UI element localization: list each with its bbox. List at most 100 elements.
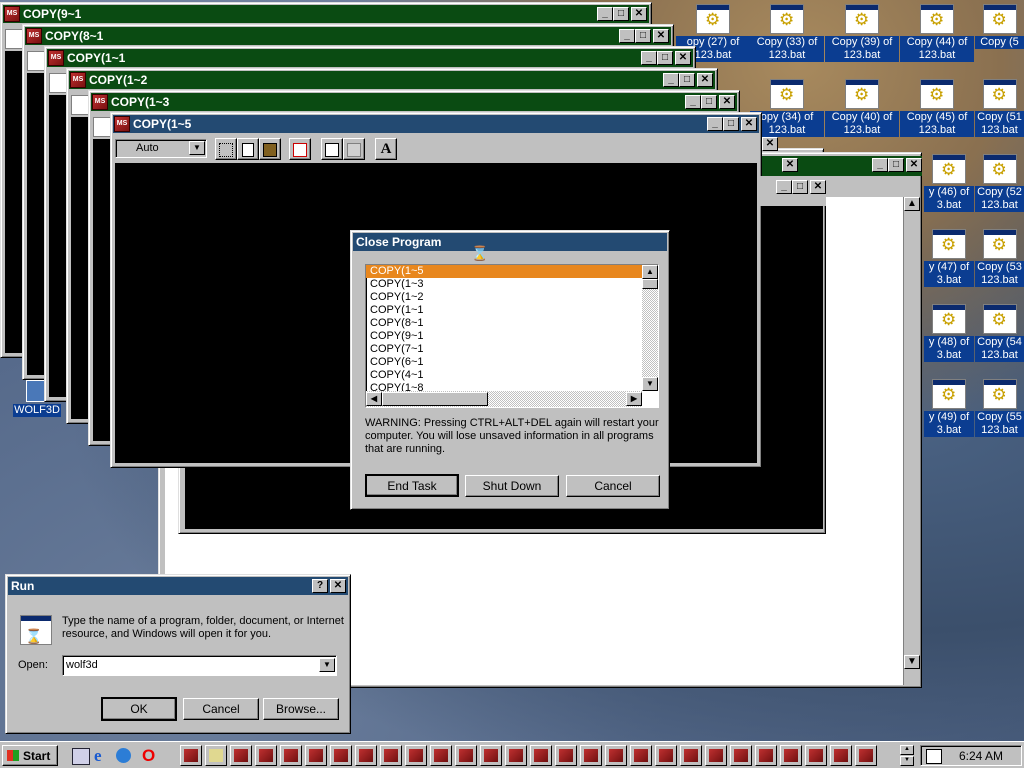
list-item[interactable]: COPY(1~2 — [366, 291, 642, 304]
maximize-button[interactable]: □ — [701, 95, 717, 109]
task-button[interactable] — [280, 745, 302, 766]
internet-explorer-icon[interactable]: e — [94, 746, 102, 766]
properties-button[interactable] — [321, 138, 343, 160]
scroll-up-icon[interactable]: ▲ — [900, 745, 914, 755]
close-icon[interactable]: ✕ — [653, 29, 669, 43]
task-button[interactable] — [380, 745, 402, 766]
desktop-icon-copy-53[interactable]: Copy (53 123.bat — [975, 229, 1024, 287]
fullscreen-button[interactable] — [289, 138, 311, 160]
maximize-button[interactable]: □ — [635, 29, 651, 43]
paste-button[interactable] — [259, 138, 281, 160]
desktop-icon[interactable] — [72, 748, 90, 765]
close-icon[interactable]: ✕ — [330, 579, 346, 593]
open-combobox[interactable]: wolf3d ▼ — [62, 655, 337, 676]
vertical-scrollbar[interactable]: ▲ ▼ — [903, 197, 920, 685]
maximize-button[interactable]: □ — [792, 180, 808, 194]
task-button[interactable] — [830, 745, 852, 766]
end-task-button[interactable]: End Task — [365, 474, 459, 497]
task-button[interactable] — [730, 745, 752, 766]
task-button[interactable] — [180, 745, 202, 766]
task-button[interactable] — [305, 745, 327, 766]
desktop-icon-copy-40[interactable]: Copy (40) of 123.bat — [825, 79, 899, 137]
open-input[interactable]: wolf3d — [66, 659, 98, 671]
list-item[interactable]: COPY(1~5 — [366, 265, 642, 278]
task-button[interactable] — [605, 745, 627, 766]
task-button[interactable] — [430, 745, 452, 766]
browse-button[interactable]: Browse... — [263, 698, 339, 720]
title-bar[interactable]: MS COPY(1~3 — [91, 93, 737, 111]
task-button[interactable] — [805, 745, 827, 766]
cancel-button[interactable]: Cancel — [183, 698, 259, 720]
task-button[interactable] — [455, 745, 477, 766]
title-bar[interactable]: Close Program — [353, 233, 667, 251]
copy-button[interactable] — [237, 138, 259, 160]
desktop-icon-copy-44[interactable]: Copy (44) of 123.bat — [900, 4, 974, 62]
task-button[interactable] — [205, 745, 227, 766]
cancel-button[interactable]: Cancel — [566, 475, 660, 497]
maximize-button[interactable]: □ — [613, 7, 629, 21]
minimize-button[interactable]: _ — [707, 117, 723, 131]
task-button[interactable] — [405, 745, 427, 766]
font-button[interactable]: A — [375, 138, 397, 160]
list-item[interactable]: COPY(9~1 — [366, 330, 642, 343]
title-bar[interactable]: MS COPY(1~2 — [69, 71, 715, 89]
maximize-button[interactable]: □ — [723, 117, 739, 131]
mark-button[interactable] — [215, 138, 237, 160]
chevron-down-icon[interactable]: ▼ — [189, 141, 205, 155]
task-button[interactable] — [480, 745, 502, 766]
minimize-button[interactable]: _ — [776, 180, 792, 194]
scroll-up-icon[interactable]: ▲ — [642, 265, 658, 279]
scroll-down-icon[interactable]: ▼ — [642, 377, 658, 391]
run-dialog[interactable]: Run ? ✕ ⌛ Type the name of a program, fo… — [5, 574, 351, 734]
close-icon[interactable]: ✕ — [906, 158, 922, 172]
task-button[interactable] — [630, 745, 652, 766]
scroll-thumb[interactable] — [382, 392, 488, 406]
clock[interactable]: 6:24 AM — [959, 749, 1003, 763]
maximize-button[interactable]: □ — [888, 158, 904, 172]
scroll-right-icon[interactable]: ▶ — [626, 392, 642, 406]
task-button[interactable] — [255, 745, 277, 766]
task-button[interactable] — [755, 745, 777, 766]
task-button[interactable] — [330, 745, 352, 766]
close-icon[interactable]: ✕ — [810, 180, 826, 194]
window-partial-2[interactable]: _ □ ✕ ✕ — [762, 156, 922, 176]
title-bar[interactable]: Run — [8, 577, 348, 595]
desktop-icon-copy-52[interactable]: Copy (52 123.bat — [975, 154, 1024, 212]
desktop-icon-copy-48[interactable]: y (48) of 3.bat — [924, 304, 974, 362]
desktop-icon-copy-46[interactable]: y (46) of 3.bat — [924, 154, 974, 212]
taskbar-scroll[interactable]: ▲ ▼ — [900, 745, 914, 766]
task-button[interactable] — [780, 745, 802, 766]
close-icon[interactable]: ✕ — [782, 158, 798, 172]
ok-button[interactable]: OK — [101, 697, 177, 721]
title-bar[interactable]: MS COPY(8~1 — [25, 27, 671, 45]
minimize-button[interactable]: _ — [641, 51, 657, 65]
minimize-button[interactable]: _ — [663, 73, 679, 87]
shut-down-button[interactable]: Shut Down — [465, 475, 559, 497]
stray-close-icon[interactable]: ✕ — [762, 137, 778, 151]
vertical-scrollbar[interactable]: ▲ ▼ — [642, 265, 658, 391]
task-list[interactable]: COPY(1~5 COPY(1~3 COPY(1~2 COPY(1~1 COPY… — [365, 264, 659, 408]
list-item[interactable]: COPY(1~1 — [366, 304, 642, 317]
font-size-select[interactable]: Auto ▼ — [115, 139, 207, 158]
desktop-icon-copy-45[interactable]: Copy (45) of 123.bat — [900, 79, 974, 137]
scroll-thumb[interactable] — [642, 279, 658, 289]
close-icon[interactable]: ✕ — [675, 51, 691, 65]
task-button[interactable] — [580, 745, 602, 766]
task-button[interactable] — [555, 745, 577, 766]
title-bar[interactable]: MS COPY(9~1 — [3, 5, 649, 23]
list-item[interactable]: COPY(4~1 — [366, 369, 642, 382]
desktop-icon-copy-55[interactable]: Copy (55 123.bat — [975, 379, 1024, 437]
desktop-icon-copy-50[interactable]: Copy (5 — [975, 4, 1024, 49]
close-icon[interactable]: ✕ — [741, 117, 757, 131]
minimize-button[interactable]: _ — [685, 95, 701, 109]
scroll-down-icon[interactable]: ▼ — [900, 756, 914, 766]
scroll-left-icon[interactable]: ◀ — [366, 392, 382, 406]
list-item[interactable]: COPY(8~1 — [366, 317, 642, 330]
desktop-icon-copy-49[interactable]: y (49) of 3.bat — [924, 379, 974, 437]
list-item[interactable]: COPY(7~1 — [366, 343, 642, 356]
task-button[interactable] — [705, 745, 727, 766]
horizontal-scrollbar[interactable]: ◀ ▶ — [366, 391, 642, 407]
desktop-icon-copy-51[interactable]: Copy (51 123.bat — [975, 79, 1024, 137]
chevron-down-icon[interactable]: ▼ — [319, 658, 335, 672]
list-item[interactable]: COPY(1~3 — [366, 278, 642, 291]
